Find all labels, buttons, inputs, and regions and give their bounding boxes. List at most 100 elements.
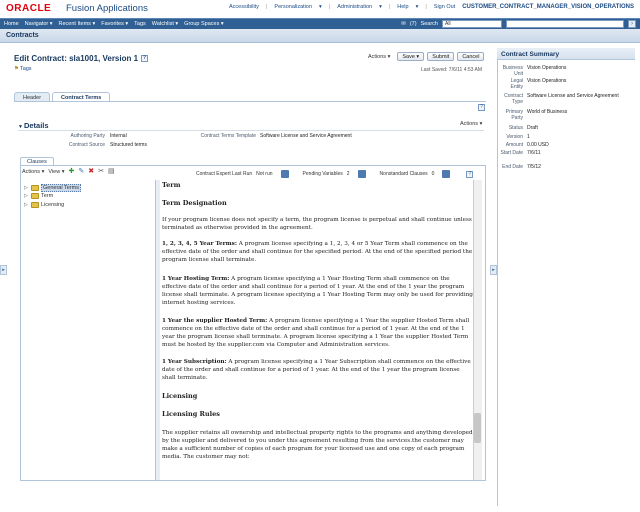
nonstandard-label: Nonstandard Clauses bbox=[379, 171, 428, 177]
paragraph: 1, 2, 3, 4, 5 Year Terms: A program lice… bbox=[162, 241, 473, 263]
cut-icon[interactable]: ✂ bbox=[98, 168, 104, 175]
pending-value: 2 bbox=[346, 171, 350, 177]
search-scope-select[interactable]: All bbox=[442, 20, 502, 28]
save-button[interactable]: Save ▾ bbox=[397, 52, 425, 61]
tree-node-term[interactable]: ▷ Term bbox=[24, 193, 53, 199]
personalization-menu[interactable]: Personalization bbox=[274, 4, 312, 10]
summary-label: Version bbox=[506, 134, 523, 140]
nav-navigator[interactable]: Navigator ▾ bbox=[25, 21, 53, 27]
scrollbar-thumb[interactable] bbox=[474, 413, 481, 443]
summary-value: Vision Operations bbox=[527, 78, 567, 84]
summary-value: 7/5/12 bbox=[527, 164, 541, 170]
expand-icon: ▷ bbox=[24, 185, 28, 191]
help-icon[interactable]: ? bbox=[141, 55, 149, 62]
paragraph: 1 Year Hosting Term: A program license s… bbox=[162, 276, 473, 306]
summary-label: Amount bbox=[505, 142, 523, 148]
summary-value: 1 bbox=[527, 134, 530, 140]
last-saved: Last Saved: 7/6/11 4:53 AM bbox=[421, 67, 483, 73]
clause-actions-menu[interactable]: Actions ▾ bbox=[22, 169, 44, 175]
nav-watchlist[interactable]: Watchlist ▾ bbox=[152, 21, 178, 27]
cancel-button[interactable]: Cancel bbox=[457, 52, 485, 61]
heading-term: Term bbox=[162, 181, 181, 189]
summary-value: Vision Operations bbox=[527, 65, 567, 71]
clause-document: Term Term Designation If your program li… bbox=[160, 180, 473, 480]
heading-licensing: Licensing bbox=[162, 392, 198, 400]
help-icon[interactable]: ? bbox=[466, 170, 474, 178]
nav-favorites[interactable]: Favorites ▾ bbox=[101, 21, 128, 27]
help-menu[interactable]: Help bbox=[397, 4, 408, 10]
search-label: Search bbox=[420, 21, 438, 27]
details-header[interactable]: ▼Details bbox=[18, 121, 49, 130]
collapse-right-icon[interactable]: ▸ bbox=[490, 265, 497, 275]
administration-menu[interactable]: Administration bbox=[337, 4, 372, 10]
summary-label: Legal Entity bbox=[510, 78, 523, 90]
tags-link[interactable]: ⚑Tags bbox=[14, 66, 32, 72]
edit-icon[interactable]: ✎ bbox=[78, 168, 84, 175]
delete-icon[interactable]: ✖ bbox=[88, 168, 94, 175]
chevron-down-icon: ▾ bbox=[415, 4, 419, 10]
edit-toolbar: Actions ▾ Save ▾ Submit Cancel bbox=[368, 52, 485, 61]
divider bbox=[14, 101, 486, 102]
help-icon[interactable]: ? bbox=[478, 104, 485, 111]
expand-icon: ▷ bbox=[24, 193, 28, 199]
folder-icon bbox=[31, 193, 39, 199]
template-label: Contract Terms Template bbox=[200, 133, 256, 139]
add-icon[interactable]: ✚ bbox=[68, 168, 74, 175]
run-expert-icon[interactable] bbox=[280, 170, 289, 178]
app-name: Fusion Applications bbox=[66, 3, 148, 14]
folder-icon bbox=[31, 185, 39, 191]
user-name: CUSTOMER_CONTRACT_MANAGER_VISION_OPERATI… bbox=[462, 4, 634, 10]
collapse-left-icon[interactable]: ▸ bbox=[0, 265, 7, 275]
nav-tags[interactable]: Tags bbox=[134, 21, 146, 27]
submit-button[interactable]: Submit bbox=[427, 52, 455, 61]
separator: | bbox=[425, 4, 427, 10]
summary-value: Draft bbox=[527, 125, 538, 131]
paste-icon[interactable]: ▤ bbox=[108, 168, 115, 175]
edit-contract-title: Edit Contract: sla1001, Version 1 ? bbox=[14, 54, 149, 63]
paragraph: 1 Year the supplier Hosted Term: A progr… bbox=[162, 318, 470, 348]
nav-recent-items[interactable]: Recent Items ▾ bbox=[59, 21, 96, 27]
summary-label: Business Unit bbox=[502, 65, 523, 77]
page-header bbox=[0, 29, 640, 43]
chevron-down-icon: ▾ bbox=[319, 4, 322, 10]
nav-group-spaces[interactable]: Group Spaces ▾ bbox=[184, 21, 223, 27]
nav-home[interactable]: Home bbox=[4, 21, 19, 27]
summary-value: World of Business bbox=[527, 109, 568, 115]
pending-variables-icon[interactable] bbox=[357, 170, 366, 178]
accessibility-link[interactable]: Accessibility bbox=[229, 4, 259, 10]
summary-label: Contract Type bbox=[504, 93, 523, 105]
page-title: Contracts bbox=[6, 32, 39, 39]
clause-tree: ▷ General Terms ▷ Term ▷ Licensing bbox=[21, 180, 156, 480]
tree-node-licensing[interactable]: ▷ Licensing bbox=[24, 202, 64, 208]
authoring-party-label: Authoring Party bbox=[70, 133, 105, 139]
summary-label: End Date bbox=[502, 164, 523, 170]
folder-icon bbox=[31, 202, 39, 208]
template-value: Software License and Service Agreement bbox=[260, 133, 352, 139]
summary-label: Status bbox=[508, 125, 523, 131]
authoring-party-value: Internal bbox=[110, 133, 127, 139]
chevron-down-icon: ▾ bbox=[379, 4, 382, 10]
expert-label: Contract Expert Last Run bbox=[196, 171, 253, 177]
summary-label: Primary Party bbox=[505, 109, 523, 121]
contract-source-value: Structured terms bbox=[110, 142, 147, 148]
oracle-logo: ORACLE bbox=[6, 3, 52, 14]
tag-icon: ⚑ bbox=[14, 66, 19, 72]
separator: | bbox=[388, 4, 391, 10]
expert-value: Not run bbox=[256, 171, 273, 177]
heading-term-designation: Term Designation bbox=[162, 199, 227, 207]
separator: | bbox=[265, 4, 268, 10]
paragraph: 1 Year Subscription: A program license s… bbox=[162, 359, 471, 381]
divider bbox=[18, 130, 484, 131]
pending-label: Pending Variables bbox=[302, 171, 343, 177]
actions-menu[interactable]: Actions ▾ bbox=[368, 54, 390, 60]
search-input[interactable] bbox=[506, 20, 624, 28]
clause-view-menu[interactable]: View ▾ bbox=[48, 169, 64, 175]
sign-out-link[interactable]: Sign Out bbox=[434, 4, 455, 10]
details-actions-menu[interactable]: Actions ▾ bbox=[460, 121, 482, 127]
tree-node-general-terms[interactable]: ▷ General Terms bbox=[24, 184, 81, 192]
notifications-icon[interactable]: ✉ bbox=[401, 21, 406, 27]
nonstandard-icon[interactable] bbox=[442, 170, 451, 178]
notifications-count[interactable]: (7) bbox=[410, 21, 417, 27]
expand-icon: ▷ bbox=[24, 202, 28, 208]
search-go-icon[interactable]: › bbox=[628, 20, 636, 28]
